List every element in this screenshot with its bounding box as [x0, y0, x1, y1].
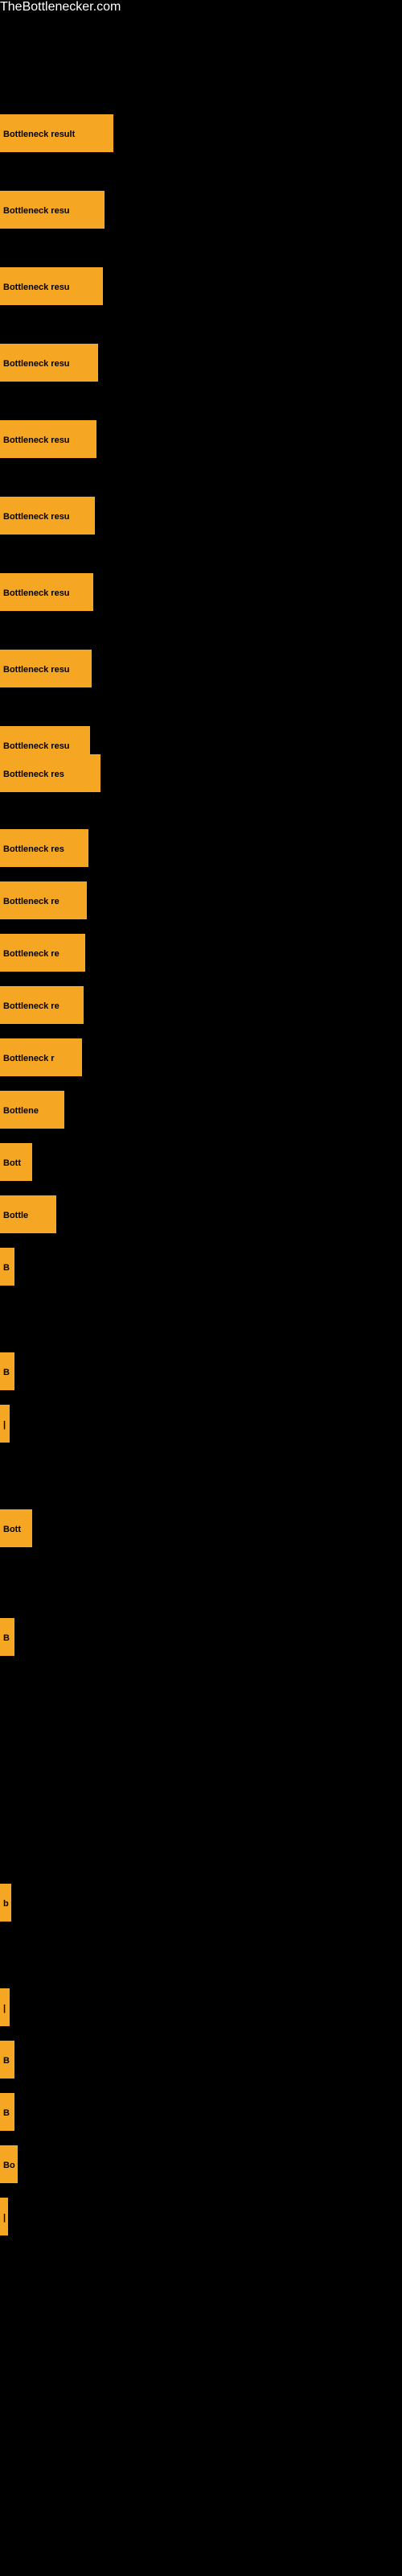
bar-label: Bottleneck resu [0, 650, 92, 687]
bar-item: Bottleneck resu [0, 344, 98, 382]
bar-item: Bottleneck resu [0, 267, 103, 305]
bar-label: Bott [0, 1143, 32, 1181]
bar-label: Bottleneck resu [0, 573, 93, 611]
bar-label: B [0, 1618, 14, 1656]
bar-item: Bottleneck re [0, 986, 84, 1024]
bar-item: Bottleneck res [0, 829, 88, 867]
bar-label: Bottleneck resu [0, 267, 103, 305]
bar-label: Bott [0, 1509, 32, 1547]
bar-item: B [0, 1352, 14, 1390]
bar-label: Bo [0, 2145, 18, 2183]
bar-item: Bott [0, 1143, 32, 1181]
bar-label: B [0, 2093, 14, 2131]
bar-item: Bottleneck r [0, 1038, 82, 1076]
bar-label: Bottleneck resu [0, 497, 95, 535]
bar-label: Bottleneck resu [0, 191, 105, 229]
bar-label: Bottleneck res [0, 754, 100, 792]
bar-label: Bottle [0, 1195, 56, 1233]
bar-item: | [0, 1988, 10, 2026]
bar-label: | [0, 2198, 8, 2235]
bar-item: Bottleneck resu [0, 191, 105, 229]
bar-item: Bottleneck resu [0, 650, 92, 687]
bar-label: B [0, 2041, 14, 2079]
bar-label: Bottleneck res [0, 829, 88, 867]
bar-item: Bottle [0, 1195, 56, 1233]
bar-label: Bottlene [0, 1091, 64, 1129]
bar-item: Bottleneck resu [0, 573, 93, 611]
bar-label: Bottleneck r [0, 1038, 82, 1076]
bar-item: Bottleneck resu [0, 420, 96, 458]
bar-label: B [0, 1352, 14, 1390]
bar-item: Bottleneck re [0, 881, 87, 919]
bar-label: B [0, 1248, 14, 1286]
bar-item: B [0, 2041, 14, 2079]
bar-label: | [0, 1405, 10, 1443]
bar-label: Bottleneck re [0, 881, 87, 919]
bar-item: Bottleneck res [0, 754, 100, 792]
site-title: TheBottlenecker.com [0, 0, 402, 14]
bar-item: Bottlene [0, 1091, 64, 1129]
bar-label: Bottleneck re [0, 986, 84, 1024]
bar-item: Bott [0, 1509, 32, 1547]
bar-item: Bottleneck re [0, 934, 85, 972]
bar-label: b [0, 1884, 11, 1922]
bar-item: Bottleneck result [0, 114, 113, 152]
bar-item: | [0, 1405, 10, 1443]
bar-item: | [0, 2198, 8, 2235]
bar-label: Bottleneck resu [0, 344, 98, 382]
bar-item: Bottleneck resu [0, 497, 95, 535]
bar-item: B [0, 1248, 14, 1286]
bar-label: Bottleneck result [0, 114, 113, 152]
bar-label: | [0, 1988, 10, 2026]
bar-item: b [0, 1884, 11, 1922]
bar-label: Bottleneck re [0, 934, 85, 972]
bar-item: B [0, 2093, 14, 2131]
bar-item: Bo [0, 2145, 18, 2183]
bar-label: Bottleneck resu [0, 420, 96, 458]
bar-item: B [0, 1618, 14, 1656]
